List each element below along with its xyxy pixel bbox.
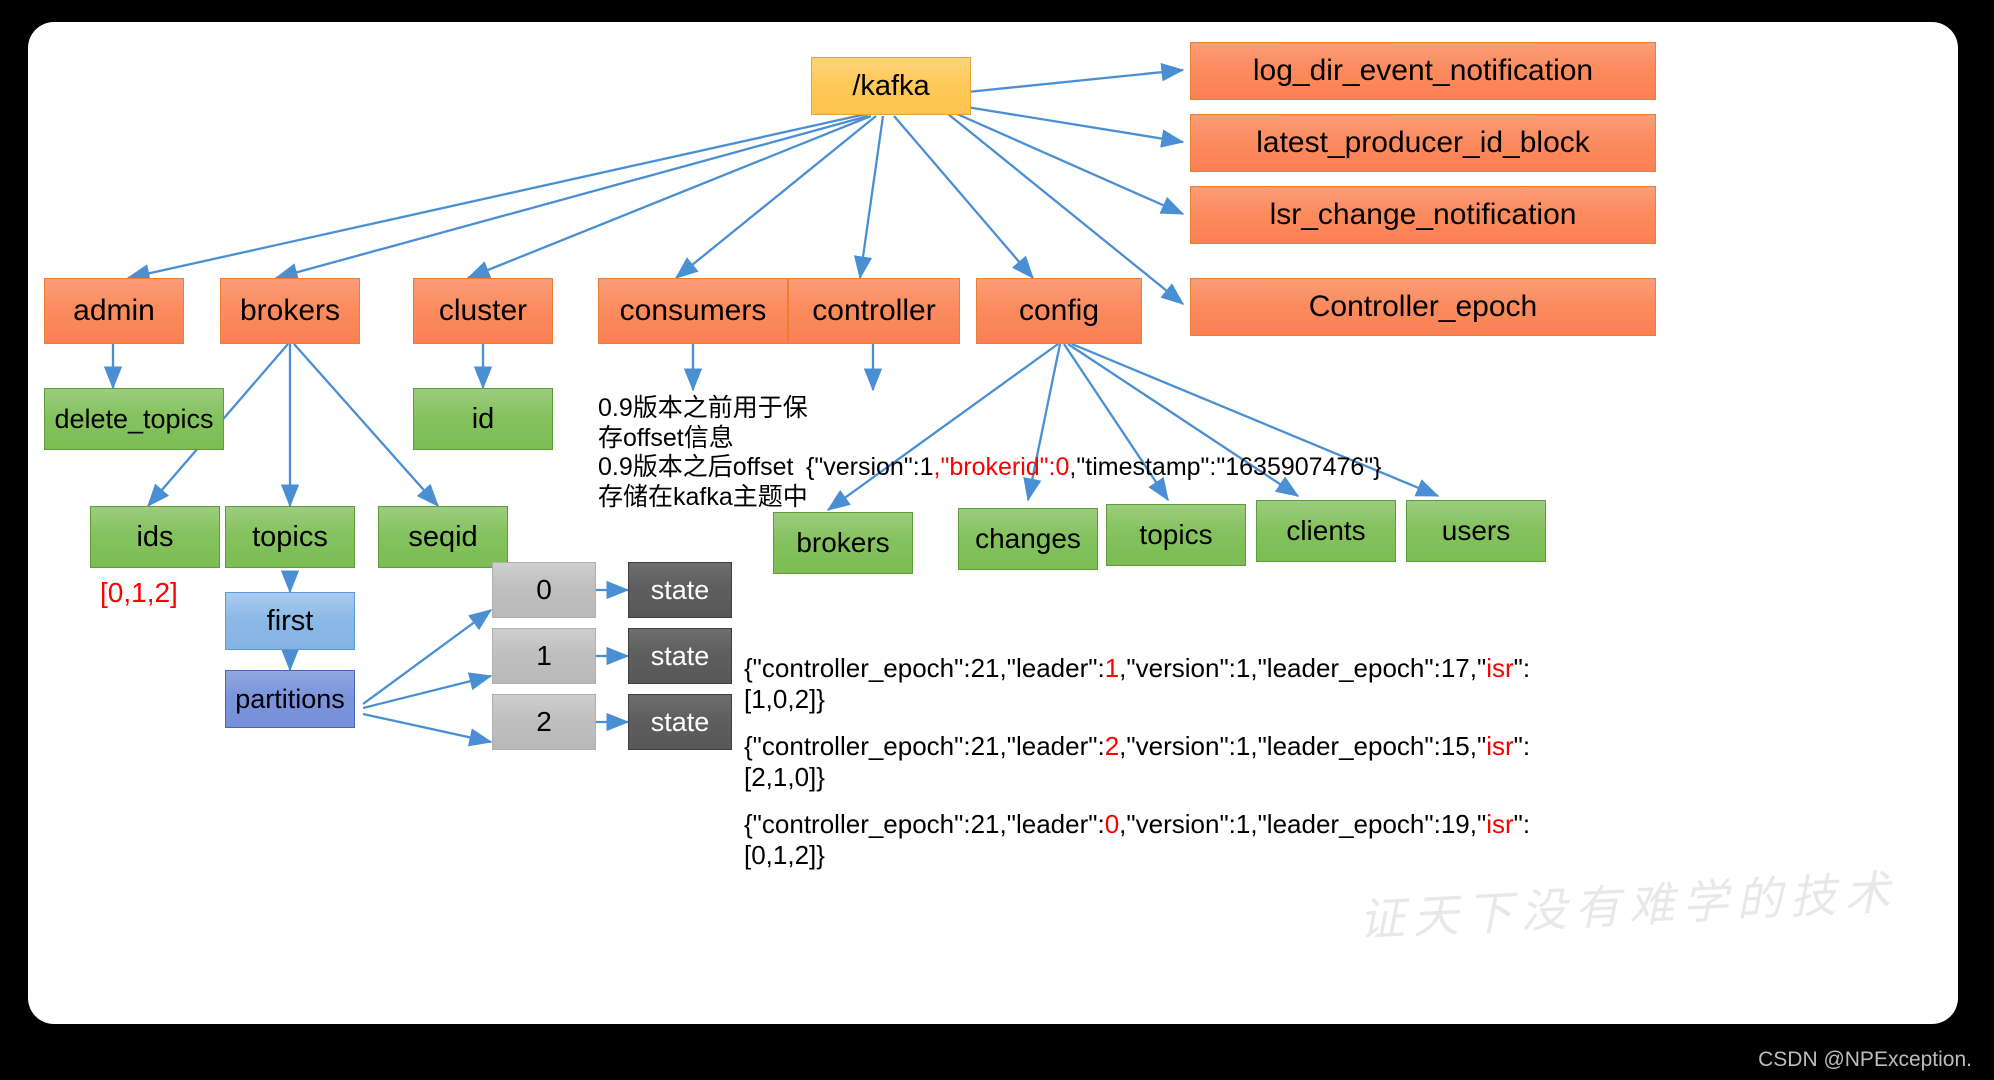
node-cluster-id[interactable]: id	[413, 388, 553, 450]
diagram-canvas: /kafka log_dir_event_notification latest…	[28, 22, 1958, 1024]
node-label: delete_topics	[54, 403, 214, 434]
node-label: state	[650, 706, 710, 737]
node-label: brokers	[796, 527, 890, 559]
edge-partitions-p2	[362, 712, 493, 747]
node-root-kafka[interactable]: /kafka	[811, 57, 971, 115]
node-lsr-change-notification[interactable]: lsr_change_notification	[1190, 186, 1656, 244]
node-config-topics[interactable]: topics	[1106, 504, 1246, 566]
node-config-brokers[interactable]: brokers	[773, 512, 913, 574]
state-note-middle: ,"version":1,"leader_epoch":19,"	[1119, 809, 1487, 840]
edge-partitions-p0	[362, 609, 493, 705]
state-note-isr-key: isr	[1486, 731, 1514, 762]
node-label: seqid	[408, 520, 478, 553]
node-brokers[interactable]: brokers	[220, 278, 360, 344]
node-label: /kafka	[852, 69, 930, 102]
node-label: brokers	[239, 294, 341, 328]
node-label: partitions	[235, 683, 345, 714]
edge-root-log-dir	[947, 63, 1185, 96]
state-note-isr-key: isr	[1486, 809, 1514, 840]
node-label: topics	[1139, 519, 1213, 551]
node-label: changes	[975, 523, 1081, 555]
node-latest-producer-id-block[interactable]: latest_producer_id_block	[1190, 114, 1656, 172]
node-label: controller	[812, 294, 936, 328]
node-brokers-topics[interactable]: topics	[225, 506, 355, 568]
node-label: lsr_change_notification	[1269, 198, 1577, 232]
node-label: 2	[536, 706, 552, 738]
edge-root-lsr-change	[947, 108, 1185, 216]
node-config-clients[interactable]: clients	[1256, 500, 1396, 562]
node-label: users	[1441, 515, 1511, 547]
node-label: cluster	[438, 294, 528, 328]
node-label: admin	[73, 294, 155, 328]
node-config[interactable]: config	[976, 278, 1142, 344]
node-label: log_dir_event_notification	[1252, 54, 1594, 88]
edge-root-latest-producer	[947, 102, 1185, 148]
node-brokers-seqid[interactable]: seqid	[378, 506, 508, 568]
node-label: topics	[252, 520, 328, 553]
controller-note-part1: {"version":1	[806, 453, 934, 481]
edge-partitions-p1	[362, 672, 493, 710]
node-consumers[interactable]: consumers	[598, 278, 788, 344]
node-label: 0	[536, 574, 552, 606]
controller-note-brokerid-value: 0	[1055, 453, 1070, 481]
node-config-changes[interactable]: changes	[958, 508, 1098, 570]
footer-attribution: CSDN @NPException.	[1758, 1048, 1972, 1071]
node-admin[interactable]: admin	[44, 278, 184, 344]
node-controller-epoch[interactable]: Controller_epoch	[1190, 278, 1656, 336]
edge-root-controller-epoch	[947, 113, 1185, 305]
edge-root-controller	[853, 115, 885, 280]
node-partitions[interactable]: partitions	[225, 670, 355, 728]
state-note-prefix: {"controller_epoch":21,"leader":	[744, 809, 1105, 840]
controller-note-brokerid-key: ,"brokerid":	[933, 453, 1056, 481]
node-delete-topics[interactable]: delete_topics	[44, 388, 224, 450]
node-log-dir-event-notification[interactable]: log_dir_event_notification	[1190, 42, 1656, 100]
node-label: state	[650, 574, 710, 605]
edge-root-brokers	[274, 114, 869, 282]
node-label: config	[1018, 294, 1100, 328]
node-controller[interactable]: controller	[788, 278, 960, 344]
node-state-2[interactable]: state	[628, 694, 732, 750]
node-label: state	[650, 640, 710, 671]
node-label: ids	[136, 520, 174, 553]
consumers-note: 0.9版本之前用于保存offset信息 0.9版本之后offset存储在kafk…	[598, 394, 808, 511]
node-label: clients	[1286, 515, 1366, 547]
node-topic-first[interactable]: first	[225, 592, 355, 650]
node-state-1[interactable]: state	[628, 628, 732, 684]
edge-root-cluster	[466, 114, 872, 280]
node-label: id	[471, 402, 495, 435]
screenshot-stage: /kafka log_dir_event_notification latest…	[0, 0, 1994, 1080]
edge-root-admin	[126, 112, 867, 283]
node-label: first	[266, 604, 314, 637]
node-label: consumers	[619, 294, 767, 328]
node-partition-2[interactable]: 2	[492, 694, 596, 750]
node-partition-0[interactable]: 0	[492, 562, 596, 618]
state-note-2: {"controller_epoch":21,"leader":0,"versi…	[744, 748, 1530, 901]
node-label: Controller_epoch	[1308, 290, 1538, 324]
node-state-0[interactable]: state	[628, 562, 732, 618]
node-cluster[interactable]: cluster	[413, 278, 553, 344]
node-label: latest_producer_id_block	[1256, 126, 1590, 160]
node-brokers-ids[interactable]: ids	[90, 506, 220, 568]
node-partition-1[interactable]: 1	[492, 628, 596, 684]
node-label: 1	[536, 640, 552, 672]
ids-note: [0,1,2]	[100, 577, 178, 608]
state-note-leader: 0	[1104, 809, 1120, 840]
edge-root-config	[893, 115, 1034, 280]
controller-note: {"version":1,"brokerid":0,"timestamp":"1…	[806, 394, 1382, 512]
state-note-isr-key: isr	[1486, 653, 1514, 684]
controller-note-part4: ,"timestamp":"1635907476"}	[1069, 453, 1382, 481]
node-config-users[interactable]: users	[1406, 500, 1546, 562]
